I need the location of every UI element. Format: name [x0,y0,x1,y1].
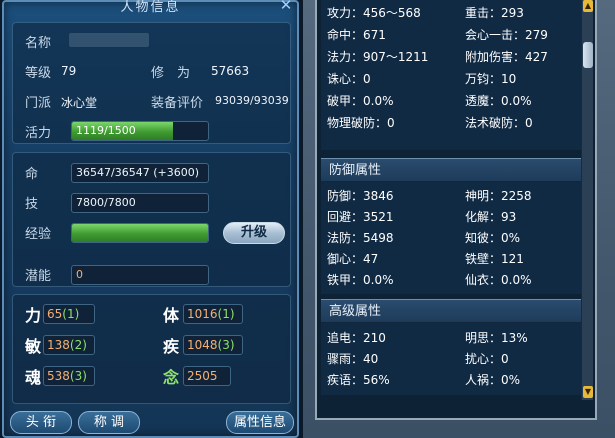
advanced-section-header: 高级属性 [321,299,593,323]
scrollbar-thumb[interactable] [583,42,593,68]
mind-base: 2505 [187,369,218,383]
hp-label: 命 [25,167,39,182]
constitution-value: 1016(1) [183,304,243,324]
name-value [69,33,149,47]
scroll-down-icon[interactable]: ▼ [583,386,593,398]
panel-title: 人物信息 [120,0,181,15]
constitution-label: 体 [163,306,180,325]
stat-wanjun: 万钧：10 [465,72,517,86]
stat-armor-break: 破甲：0.0% [327,94,394,108]
speed-value: 1048(3) [183,335,243,355]
stat-heavy-hit: 重击：293 [465,6,524,20]
skill-label: 技 [25,197,39,212]
agility-value: 138(2) [43,335,95,355]
attribute-scrollbar[interactable]: ▲ ▼ [581,0,593,400]
defense-section-header: 防御属性 [321,158,593,182]
speed-label: 疾 [163,337,180,356]
soul-label: 魂 [25,368,42,387]
stat-magic-pierce: 透魔：0.0% [465,94,532,108]
vitality-value: 1119/1500 [76,124,136,137]
strength-bonus: (1) [62,307,80,321]
defense-stats-group: 防御：3846 神明：2258 回避：3521 化解：93 法防：5498 知彼… [321,182,593,294]
equipment-rating-label: 装备评价 [151,96,204,111]
potential-label: 潜能 [25,269,52,284]
stat-resolve: 化解：93 [465,210,517,224]
attributes-section: 力 65(1) 体 1016(1) 敏 138(2) 疾 1048(3) 魂 5… [12,294,291,404]
level-value: 79 [61,64,77,78]
tab-appellation[interactable]: 称 调 [78,411,140,434]
stat-attack: 攻力：456～568 [327,6,421,20]
stat-raoxin: 扰心：0 [465,352,509,366]
soul-bonus: (3) [69,369,87,383]
advanced-stats-group: 追电：210 明思：13% 骤雨：40 扰心：0 疾语：56% 人祸：0% [321,323,593,395]
constitution-bonus: (1) [217,307,235,321]
stat-magic-power: 法力：907～1211 [327,50,429,64]
stat-iron-wall: 铁壁：121 [465,252,524,266]
soul-value: 538(3) [43,366,95,386]
upgrade-button[interactable]: 升级 [223,222,285,244]
stat-evasion: 回避：3521 [327,210,394,224]
stat-shenming: 神明：2258 [465,189,532,203]
stat-renhuo: 人祸：0% [465,373,521,387]
stat-yuxin: 御心：47 [327,252,379,266]
stat-zhouyu: 骤雨：40 [327,352,379,366]
stat-defense: 防御：3846 [327,189,394,203]
stat-zhibi: 知彼：0% [465,231,521,245]
agility-base: 138 [47,338,70,352]
faction-label: 门派 [25,96,52,111]
stat-extra-damage: 附加伤害：427 [465,50,548,64]
vitals-section: 命 36547/36547 (+3600) 技 7800/7800 经验 升级 … [12,152,291,287]
stat-zhuxin: 诛心：0 [327,72,371,86]
potential-value: 0 [71,265,209,285]
stat-magic-defense: 法防：5498 [327,231,394,245]
faction-value: 冰心堂 [61,96,98,110]
stat-critical: 会心一击：279 [465,28,548,42]
combat-stats-group: 攻力：456～568 重击：293 命中：671 会心一击：279 法力：907… [321,0,593,150]
mind-value: 2505 [183,366,231,386]
stat-immortal-robe: 仙衣：0.0% [465,273,532,287]
stat-spell-pierce: 法术破防：0 [465,116,533,130]
stat-mingsi: 明思：13% [465,331,528,345]
cultivation-label: 修 为 [151,66,191,81]
hp-value: 36547/36547 (+3600) [71,163,209,183]
mind-label: 念 [163,368,180,387]
strength-value: 65(1) [43,304,95,324]
name-label: 名称 [25,36,52,51]
scroll-up-icon[interactable]: ▲ [583,0,593,12]
character-info-panel: 人物信息 ✕ 名称 等级 79 修 为 57663 门派 冰心堂 装备评价 93… [2,0,299,438]
basic-info-section: 名称 等级 79 修 为 57663 门派 冰心堂 装备评价 93039/930… [12,22,291,144]
experience-bar [71,223,209,243]
stat-iron-armor: 铁甲：0.0% [327,273,394,287]
constitution-base: 1016 [187,307,218,321]
soul-base: 538 [47,369,70,383]
stat-zhuidian: 追电：210 [327,331,386,345]
attribute-list: 攻力：456～568 重击：293 命中：671 会心一击：279 法力：907… [315,0,597,420]
experience-label: 经验 [25,227,52,242]
vitality-bar: 1119/1500 [71,121,209,141]
agility-bonus: (2) [69,338,87,352]
strength-label: 力 [25,306,42,325]
stat-accuracy: 命中：671 [327,28,386,42]
attribute-detail-panel: 攻力：456～568 重击：293 命中：671 会心一击：279 法力：907… [303,0,615,438]
vitality-label: 活力 [25,126,52,141]
tab-attribute-info[interactable]: 属性信息 [226,411,294,434]
level-label: 等级 [25,66,52,81]
strength-base: 65 [47,307,63,321]
stat-physical-pierce: 物理破防：0 [327,116,395,130]
cultivation-value: 57663 [211,64,250,78]
equipment-rating-value: 93039/93039 [215,94,289,107]
close-icon[interactable]: ✕ [277,0,295,14]
agility-label: 敏 [25,337,42,356]
speed-bonus: (3) [217,338,235,352]
stat-jiyu: 疾语：56% [327,373,390,387]
tab-title[interactable]: 头 衔 [10,411,72,434]
experience-bar-fill [72,224,208,242]
speed-base: 1048 [187,338,218,352]
skill-value: 7800/7800 [71,193,209,213]
